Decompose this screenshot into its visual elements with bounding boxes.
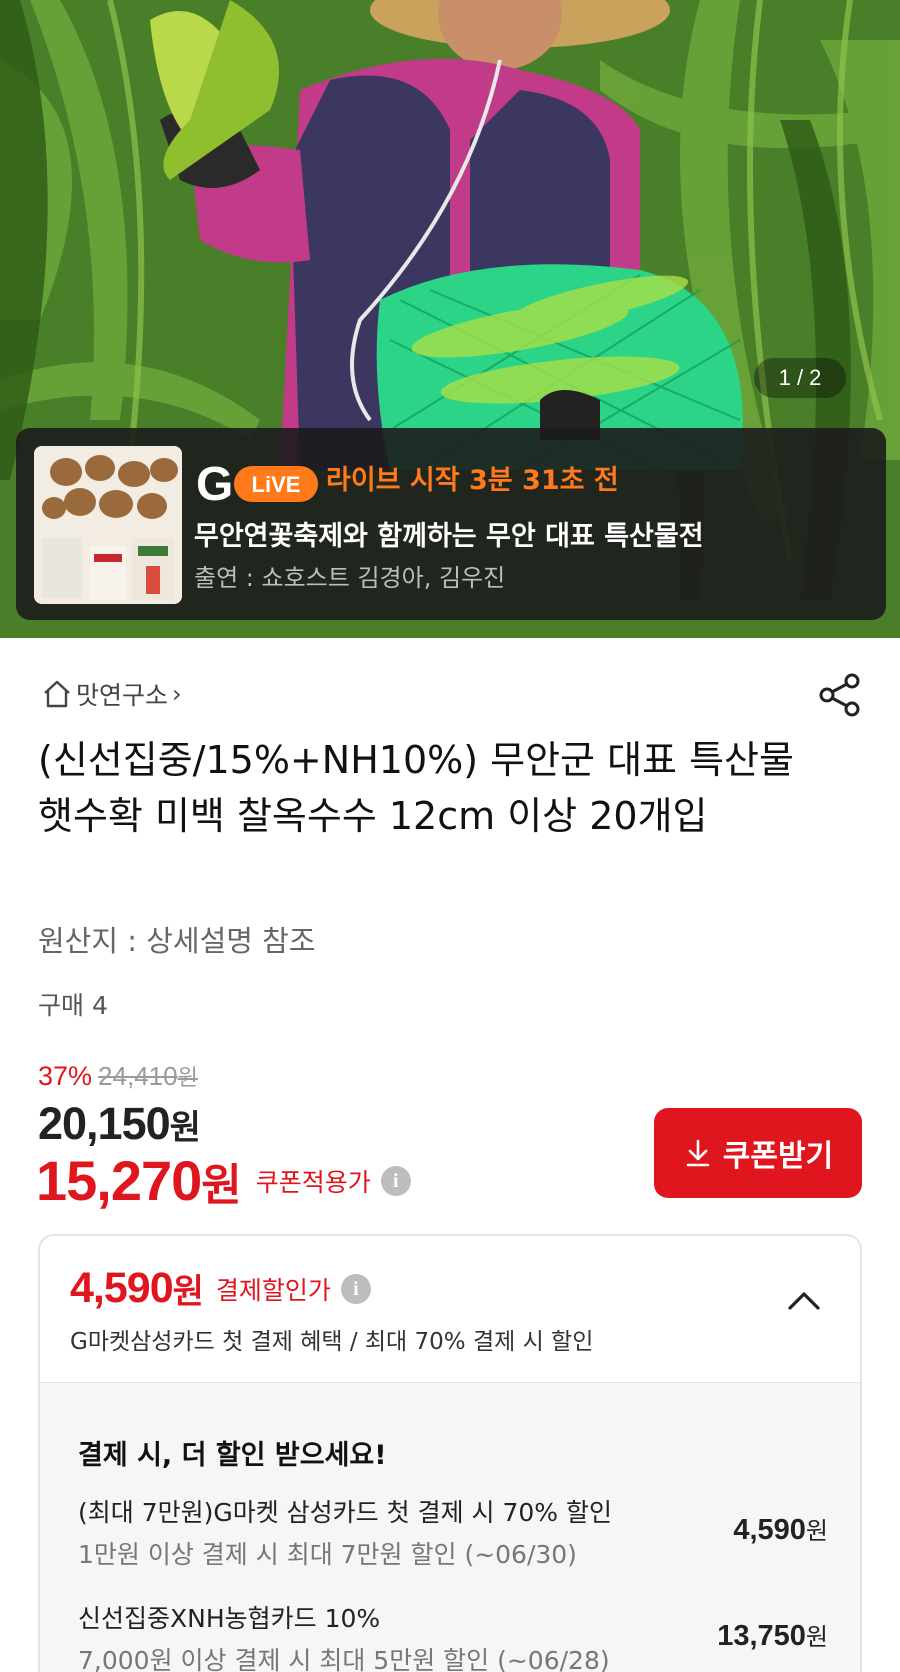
benefit-amount-value: 13,750 bbox=[717, 1620, 806, 1652]
payment-discount-price: 4,590 bbox=[70, 1264, 174, 1312]
benefit-amount: 13,750 원 bbox=[717, 1617, 828, 1653]
payment-discount-panel: 4,590 원 결제할인가 i G마켓삼성카드 첫 결제 혜택 / 최대 70%… bbox=[38, 1234, 862, 1672]
info-icon[interactable]: i bbox=[380, 1165, 411, 1196]
discount-row: 37% 24,410 원 bbox=[38, 1060, 198, 1092]
svg-text:G: G bbox=[196, 458, 233, 510]
sale-price-currency: 원 bbox=[169, 1108, 201, 1148]
benefit-amount-currency: 원 bbox=[805, 1623, 828, 1651]
payment-discount-summary: G마켓삼성카드 첫 결제 혜택 / 최대 70% 결제 시 할인 bbox=[70, 1329, 594, 1355]
live-countdown: 라이브 시작 3분 31초 전 bbox=[326, 465, 619, 496]
product-origin: 원산지 : 상세설명 참조 bbox=[38, 924, 316, 958]
benefit-condition: 1만원 이상 결제 시 최대 7만원 할인 (~06/30) bbox=[78, 1540, 577, 1569]
discount-rate: 37% bbox=[38, 1061, 93, 1091]
payment-info-icon[interactable]: i bbox=[340, 1273, 371, 1304]
benefit-amount-currency: 원 bbox=[805, 1517, 828, 1545]
payment-price-currency: 원 bbox=[172, 1272, 204, 1312]
benefit-condition: 7,000원 이상 결제 시 최대 5만원 할인 (~06/28) bbox=[78, 1646, 610, 1672]
payment-discount-label: 결제할인가 bbox=[215, 1275, 331, 1305]
live-broadcast-banner[interactable]: G LiVE 라이브 시작 3분 31초 전 무안연꽃축제와 함께하는 무안 대… bbox=[16, 428, 886, 620]
payment-benefits-title: 결제 시, 더 할인 받으세요! bbox=[78, 1440, 387, 1471]
sale-price-row: 20,150 원 bbox=[38, 1098, 201, 1150]
get-coupon-button[interactable]: 쿠폰받기 bbox=[654, 1108, 862, 1198]
coupon-price-row: 15,270 원 쿠폰적용가 i bbox=[36, 1148, 411, 1213]
benefit-item[interactable]: 신선집중XNH농협카드 10% 7,000원 이상 결제 시 최대 5만원 할인… bbox=[78, 1599, 828, 1672]
sale-price: 20,150 bbox=[38, 1098, 171, 1149]
breadcrumb-store-name: 맛연구소 bbox=[76, 681, 169, 710]
benefit-item[interactable]: (최대 7만원)G마켓 삼성카드 첫 결제 시 70% 할인 1만원 이상 결제… bbox=[78, 1493, 828, 1571]
purchase-count: 구매 4 bbox=[38, 991, 108, 1020]
carousel-page-indicator: 1 / 2 bbox=[754, 358, 846, 398]
live-cast: 출연 : 쇼호스트 김경아, 김우진 bbox=[194, 564, 506, 592]
product-title: (신선집중/15%+NH10%) 무안군 대표 특산물 햇수확 미백 찰옥수수 … bbox=[38, 738, 794, 838]
svg-text:LiVE: LiVE bbox=[252, 472, 301, 497]
payment-price-row: 4,590 원 결제할인가 i bbox=[70, 1264, 371, 1313]
get-coupon-label: 쿠폰받기 bbox=[722, 1140, 834, 1173]
benefit-amount-value: 4,590 bbox=[733, 1514, 806, 1546]
home-icon bbox=[44, 680, 70, 708]
breadcrumb[interactable]: 맛연구소 › bbox=[40, 676, 182, 712]
coupon-price: 15,270 bbox=[36, 1149, 202, 1212]
glive-logo: G LiVE bbox=[194, 454, 324, 511]
product-image-carousel[interactable]: 1 / 2 G LiVE 라이브 시작 3분 31초 전 무안연꽃축제와 함께하… bbox=[0, 0, 900, 638]
coupon-price-currency: 원 bbox=[201, 1159, 242, 1211]
share-icon[interactable] bbox=[818, 672, 864, 718]
chevron-right-icon: › bbox=[172, 680, 182, 708]
coupon-price-label: 쿠폰적용가 bbox=[255, 1167, 371, 1197]
chevron-up-icon[interactable] bbox=[782, 1280, 826, 1324]
payment-benefits-list: 결제 시, 더 할인 받으세요! (최대 7만원)G마켓 삼성카드 첫 결제 시… bbox=[40, 1382, 860, 1672]
payment-discount-header[interactable]: 4,590 원 결제할인가 i G마켓삼성카드 첫 결제 혜택 / 최대 70%… bbox=[40, 1236, 860, 1382]
benefit-amount: 4,590 원 bbox=[733, 1511, 828, 1547]
original-price: 24,410 bbox=[98, 1061, 178, 1091]
live-thumbnail bbox=[34, 446, 182, 604]
benefit-name: (최대 7만원)G마켓 삼성카드 첫 결제 시 70% 할인 bbox=[78, 1498, 612, 1527]
benefit-name: 신선집중XNH농협카드 10% bbox=[78, 1604, 381, 1633]
live-title: 무안연꽃축제와 함께하는 무안 대표 특산물전 bbox=[194, 521, 704, 552]
download-icon bbox=[686, 1139, 710, 1167]
original-price-currency: 원 bbox=[177, 1066, 198, 1091]
